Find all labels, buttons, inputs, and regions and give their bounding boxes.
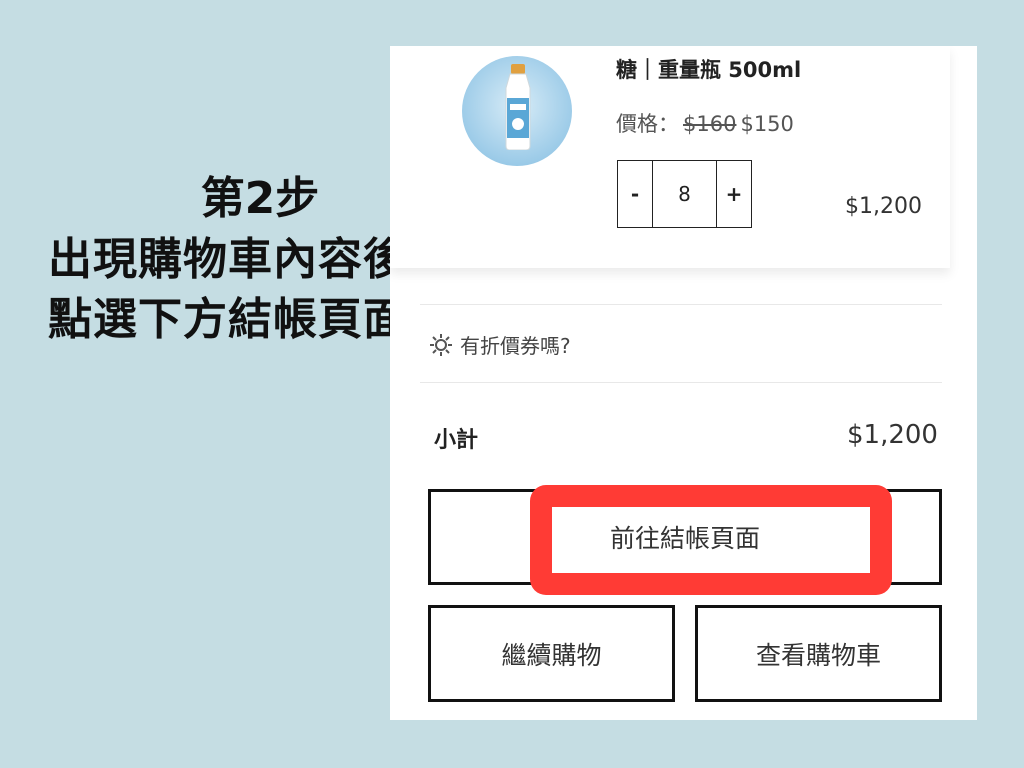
coupon-text: 有折價券嗎? [460,334,571,358]
cart-item: 糖｜重量瓶 500ml 價格： $160 $150 - 8 + $1,200 [390,46,950,268]
coupon-gear-icon [430,333,452,356]
bottle-icon [505,64,531,150]
view-cart-button[interactable]: 查看購物車 [695,605,942,702]
product-image[interactable] [462,56,572,166]
quantity-input[interactable]: 8 [652,161,717,227]
quantity-stepper: - 8 + [617,160,752,228]
increase-quantity-button[interactable]: + [717,161,751,227]
coupon-link[interactable]: 有折價券嗎? [428,330,571,359]
divider [420,382,942,383]
price-row: 價格： $160 $150 [616,108,794,138]
decrease-quantity-button[interactable]: - [618,161,652,227]
product-name[interactable]: 糖｜重量瓶 500ml [616,54,801,84]
continue-shopping-button[interactable]: 繼續購物 [428,605,675,702]
subtotal-value: $1,200 [847,420,938,450]
price-label: 價格： [616,112,679,136]
checkout-button[interactable]: 前往結帳頁面 [428,489,942,585]
cart-panel: 糖｜重量瓶 500ml 價格： $160 $150 - 8 + $1,200 有折價… [390,46,977,720]
line-total: $1,200 [845,194,922,219]
original-price: $160 [683,112,737,136]
divider [420,304,942,305]
sale-price: $150 [740,112,794,136]
subtotal-label: 小計 [434,428,479,453]
